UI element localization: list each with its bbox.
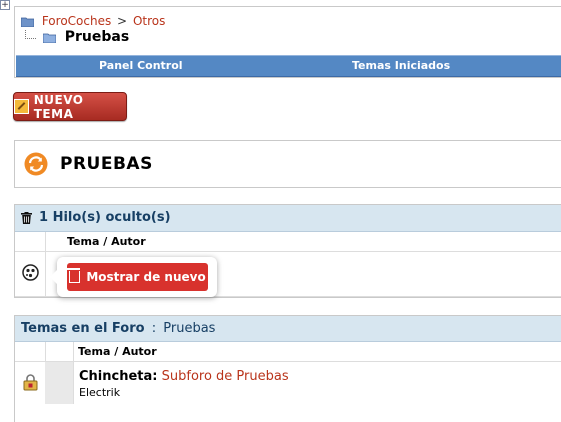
page-title-text: Pruebas (64, 29, 130, 45)
show-again-button[interactable]: Mostrar de nuevo (67, 263, 208, 291)
page-title: Pruebas (25, 29, 129, 45)
topics-header: Temas en el Foro : Pruebas (15, 316, 561, 342)
topics-section: Temas en el Foro : Pruebas Tema / Autor … (14, 315, 561, 422)
folder-icon (21, 17, 34, 27)
open-folder-icon (42, 33, 56, 43)
column-tema-autor: Tema / Autor (78, 345, 157, 358)
topic-title-line: Chincheta: Subforo de Pruebas (79, 369, 289, 384)
status-column (45, 342, 74, 361)
show-again-popover: Mostrar de nuevo (50, 257, 217, 297)
sticky-lock-icon (23, 374, 38, 391)
sticky-prefix: Chincheta: (79, 369, 158, 384)
topic-author[interactable]: Electrik (79, 386, 120, 399)
hidden-threads-header: 1 Hilo(s) oculto(s) (15, 205, 561, 232)
row-status-cell (45, 362, 74, 404)
forum-header: PRUEBAS (14, 140, 561, 188)
breadcrumb: ForoCoches > Otros (21, 14, 165, 28)
trash-icon (21, 212, 32, 224)
nav-panel-control[interactable]: Panel Control (99, 59, 183, 72)
pencil-icon (14, 99, 29, 114)
tree-connector-icon (25, 30, 36, 39)
topics-column-header: Tema / Autor (15, 342, 561, 362)
show-again-label: Mostrar de nuevo (86, 270, 206, 284)
row-icon-cell (15, 362, 46, 404)
hidden-thread-icon (22, 264, 39, 281)
topics-header-title: Temas en el Foro : Pruebas (21, 321, 216, 336)
expand-toggle-icon[interactable]: + (0, 0, 10, 10)
nav-temas-iniciados[interactable]: Temas Iniciados (352, 59, 450, 72)
new-topic-button[interactable]: NUEVO TEMA (13, 92, 127, 121)
icon-column (15, 342, 46, 361)
icon-column (15, 232, 46, 251)
forum-title: PRUEBAS (60, 154, 153, 174)
trash-icon (67, 268, 81, 283)
breadcrumb-separator: > (117, 14, 128, 28)
row-icon-cell (15, 252, 46, 296)
breadcrumb-root-link[interactable]: ForoCoches (42, 14, 111, 28)
hidden-column-header: Tema / Autor (15, 232, 561, 252)
hidden-threads-title: 1 Hilo(s) oculto(s) (39, 210, 171, 225)
column-tema-autor: Tema / Autor (67, 235, 146, 248)
topic-link[interactable]: Subforo de Pruebas (162, 369, 289, 384)
topic-row: Chincheta: Subforo de Pruebas Electrik (15, 362, 561, 404)
new-topic-label: NUEVO TEMA (33, 92, 84, 121)
navbar: Panel Control Temas Iniciados (16, 55, 561, 77)
refresh-icon (24, 152, 48, 176)
breadcrumb-parent-link[interactable]: Otros (133, 14, 165, 28)
navigation-box: ForoCoches > Otros Pruebas Panel Control… (14, 6, 561, 78)
